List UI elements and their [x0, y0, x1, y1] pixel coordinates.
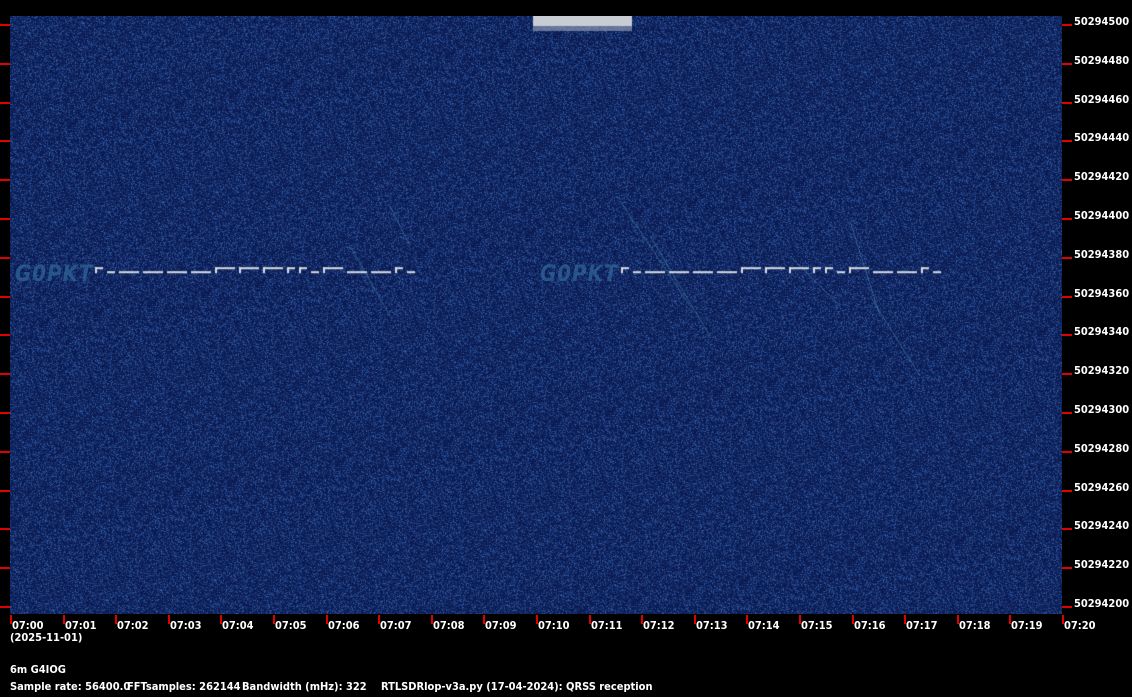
- y-tick-left: [0, 412, 10, 414]
- x-tick-label: 07:15: [801, 619, 833, 632]
- x-tick-label: 07:11: [591, 619, 623, 632]
- y-tick-right: [1062, 140, 1072, 142]
- y-tick-right: [1062, 24, 1072, 26]
- y-tick-label: 50294320: [1074, 364, 1130, 377]
- y-tick-label: 50294220: [1074, 558, 1130, 571]
- waterfall-spectrogram: [10, 16, 1062, 614]
- y-tick-left: [0, 528, 10, 530]
- y-tick-right: [1062, 528, 1072, 530]
- y-tick-left: [0, 179, 10, 181]
- x-tick-label: 07:04: [222, 619, 254, 632]
- y-tick-label: 50294380: [1074, 248, 1130, 261]
- y-tick-left: [0, 102, 10, 104]
- y-tick-right: [1062, 373, 1072, 375]
- y-tick-right: [1062, 218, 1072, 220]
- y-tick-right: [1062, 567, 1072, 569]
- y-tick-right: [1062, 451, 1072, 453]
- y-tick-right: [1062, 412, 1072, 414]
- x-axis-date: (2025-11-01): [10, 631, 83, 644]
- x-tick-label: 07:12: [643, 619, 675, 632]
- y-tick-label: 50294200: [1074, 597, 1130, 610]
- y-tick-left: [0, 373, 10, 375]
- x-tick-label: 07:19: [1011, 619, 1043, 632]
- y-tick-label: 50294420: [1074, 170, 1130, 183]
- x-tick-label: 07:06: [328, 619, 360, 632]
- y-tick-right: [1062, 606, 1072, 608]
- fft-samples: FFTsamples: 262144: [127, 680, 241, 693]
- y-tick-right: [1062, 490, 1072, 492]
- x-tick-label: 07:03: [170, 619, 202, 632]
- y-tick-label: 50294500: [1074, 15, 1130, 28]
- y-tick-right: [1062, 257, 1072, 259]
- y-tick-label: 50294480: [1074, 54, 1130, 67]
- x-tick-label: 07:08: [433, 619, 465, 632]
- station-label: 6m G4IOG: [10, 663, 66, 676]
- y-tick-right: [1062, 102, 1072, 104]
- y-tick-left: [0, 24, 10, 26]
- y-tick-label: 50294440: [1074, 131, 1130, 144]
- y-tick-label: 50294260: [1074, 481, 1130, 494]
- y-tick-label: 50294300: [1074, 403, 1130, 416]
- y-tick-right: [1062, 63, 1072, 65]
- y-tick-left: [0, 296, 10, 298]
- y-tick-left: [0, 334, 10, 336]
- y-tick-left: [0, 490, 10, 492]
- y-tick-right: [1062, 334, 1072, 336]
- software-label: RTLSDRlop-v3a.py (17-04-2024): QRSS rece…: [381, 680, 653, 693]
- y-tick-left: [0, 567, 10, 569]
- y-tick-label: 50294360: [1074, 287, 1130, 300]
- y-tick-left: [0, 218, 10, 220]
- signal-callsign-1: G0PKT: [15, 262, 94, 287]
- y-tick-left: [0, 63, 10, 65]
- y-tick-label: 50294460: [1074, 93, 1130, 106]
- sample-rate: Sample rate: 56400.0: [10, 680, 131, 693]
- x-tick-label: 07:17: [906, 619, 938, 632]
- y-tick-left: [0, 606, 10, 608]
- y-tick-label: 50294400: [1074, 209, 1130, 222]
- y-tick-left: [0, 451, 10, 453]
- x-tick-label: 07:09: [485, 619, 517, 632]
- y-tick-label: 50294280: [1074, 442, 1130, 455]
- signal-callsign-2: G0PKT: [540, 262, 619, 287]
- y-tick-label: 50294240: [1074, 519, 1130, 532]
- x-tick-label: 07:20: [1064, 619, 1096, 632]
- x-tick-label: 07:13: [696, 619, 728, 632]
- x-tick-label: 07:07: [380, 619, 412, 632]
- y-tick-label: 50294340: [1074, 325, 1130, 338]
- x-tick-label: 07:10: [538, 619, 570, 632]
- x-tick-label: 07:14: [748, 619, 780, 632]
- bandwidth: Bandwidth (mHz): 322: [242, 680, 367, 693]
- x-tick-label: 07:02: [117, 619, 149, 632]
- y-tick-left: [0, 140, 10, 142]
- y-tick-left: [0, 257, 10, 259]
- x-tick-label: 07:05: [275, 619, 307, 632]
- x-tick-label: 07:18: [959, 619, 991, 632]
- x-tick-label: 07:16: [854, 619, 886, 632]
- y-tick-right: [1062, 179, 1072, 181]
- y-tick-right: [1062, 296, 1072, 298]
